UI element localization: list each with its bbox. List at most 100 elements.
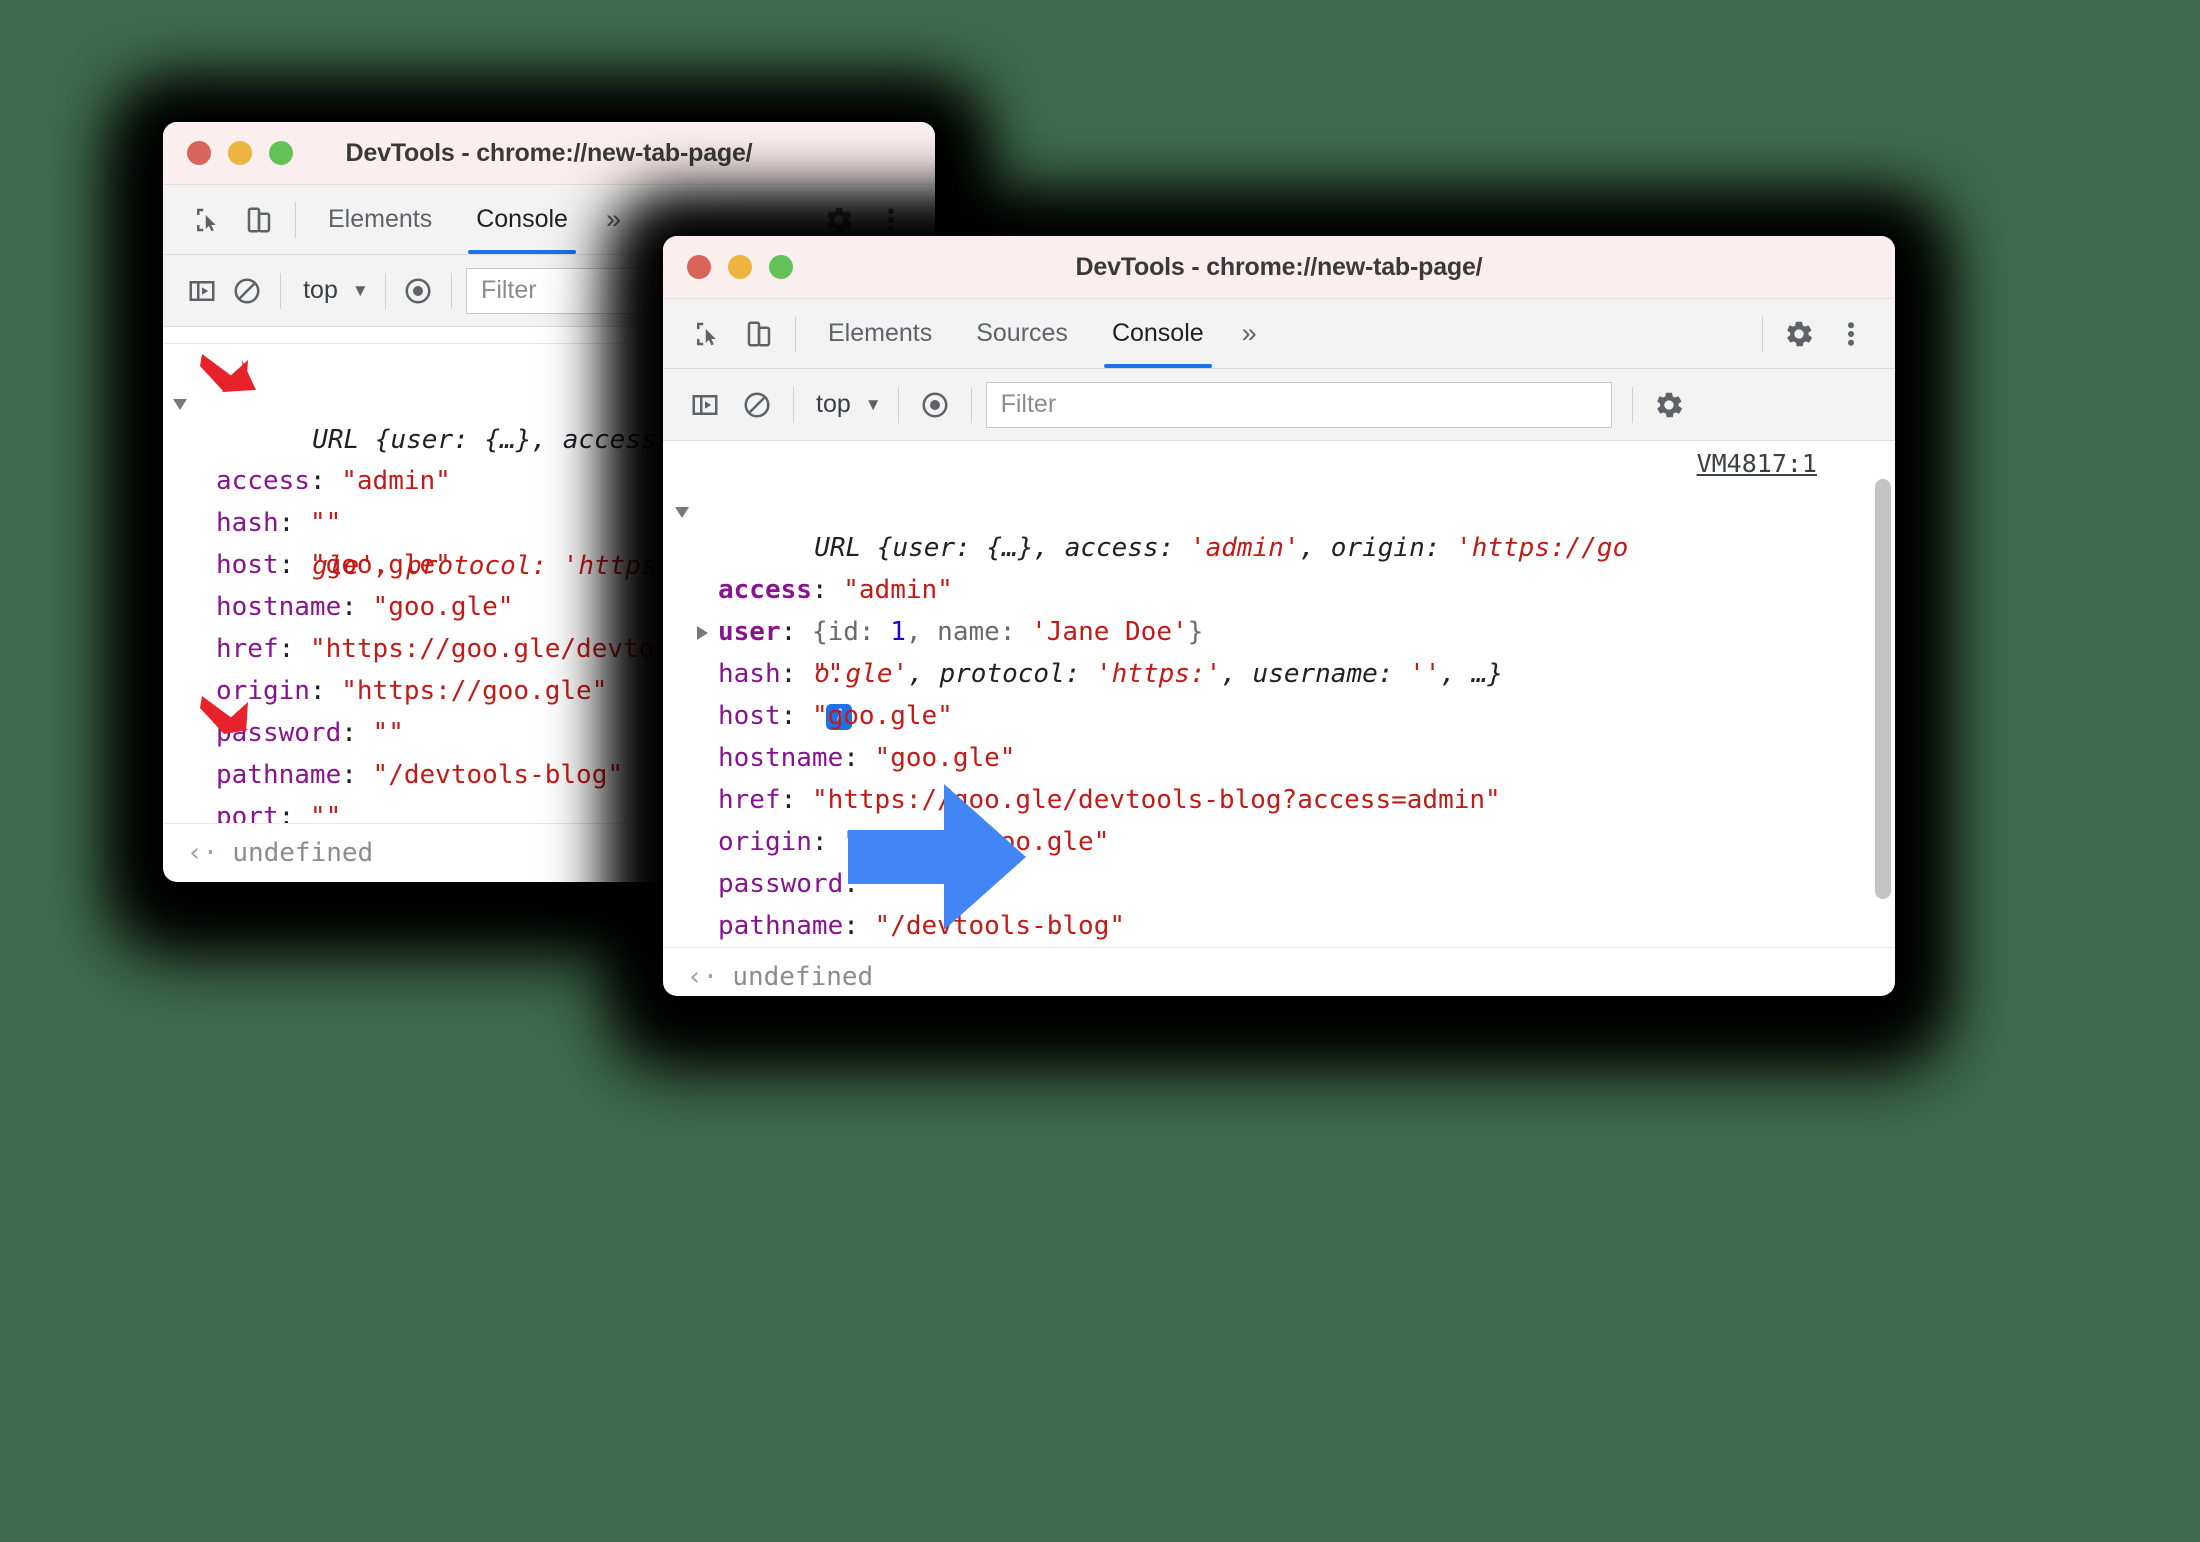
gear-icon[interactable] xyxy=(1643,379,1695,431)
front-devtools-toolbar: Elements Sources Console » xyxy=(663,299,1895,369)
preview-seg-2: 'admin' xyxy=(1189,533,1300,563)
zoom-button[interactable] xyxy=(769,255,793,279)
property-separator: : xyxy=(278,550,310,580)
tab-elements[interactable]: Elements xyxy=(806,299,954,368)
property-separator: : xyxy=(811,575,844,605)
property-value: "" xyxy=(372,718,404,748)
execution-context-selector[interactable]: top ▼ xyxy=(291,276,375,305)
back-panel-tabs[interactable]: Elements Console xyxy=(306,185,590,254)
filter-input[interactable]: Filter xyxy=(985,381,1612,428)
tab-sources-label: Sources xyxy=(976,319,1068,347)
property-separator: : xyxy=(278,802,310,823)
more-tabs-chevron-icon[interactable]: » xyxy=(590,204,637,235)
console-bar-divider-2 xyxy=(897,386,899,423)
property-row[interactable]: access: "admin" xyxy=(663,569,1895,611)
gear-icon[interactable] xyxy=(1773,308,1825,360)
property-value: "goo.gle" xyxy=(372,592,514,622)
source-link[interactable]: VM4817:1 xyxy=(1697,449,1817,478)
property-row[interactable]: host: "goo.gle" xyxy=(663,695,1895,737)
console-bar-divider-3 xyxy=(451,272,453,309)
filter-placeholder: Filter xyxy=(481,276,537,304)
property-separator: : xyxy=(278,508,310,538)
disclosure-triangle-icon[interactable] xyxy=(675,507,689,518)
property-value: "admin" xyxy=(843,575,953,605)
property-name: user xyxy=(718,617,781,647)
filter-placeholder: Filter xyxy=(1000,390,1057,418)
property-value: "goo.gle" xyxy=(811,701,953,731)
property-name: origin xyxy=(718,827,812,857)
property-value: "/devtools-blog" xyxy=(372,760,623,790)
tab-console[interactable]: Console xyxy=(1090,299,1226,368)
property-name: hostname xyxy=(718,743,844,773)
property-name: href xyxy=(718,785,781,815)
tab-elements[interactable]: Elements xyxy=(306,185,454,254)
front-window-title: DevTools - chrome://new-tab-page/ xyxy=(1075,252,1483,281)
property-name: pathname xyxy=(718,911,844,941)
inspect-element-icon[interactable] xyxy=(681,308,733,360)
property-name: hash xyxy=(216,508,279,538)
disclosure-triangle-icon[interactable] xyxy=(697,625,708,640)
source-link-row[interactable]: VM4817:1 xyxy=(1697,449,1817,478)
tab-elements-label: Elements xyxy=(328,205,433,233)
minimize-button[interactable] xyxy=(228,141,252,165)
live-expression-icon[interactable] xyxy=(396,265,442,317)
toolbar-divider xyxy=(795,315,796,352)
front-titlebar: DevTools - chrome://new-tab-page/ xyxy=(663,236,1895,299)
close-button[interactable] xyxy=(187,141,211,165)
front-traffic-lights[interactable] xyxy=(687,255,793,279)
disclosure-triangle-icon[interactable] xyxy=(173,399,187,410)
console-bar-divider-4 xyxy=(1631,386,1633,423)
front-console-result: ‹· undefined xyxy=(663,947,1895,996)
result-value: undefined xyxy=(232,838,374,868)
kebab-menu-icon[interactable] xyxy=(1825,308,1877,360)
console-sidebar-icon[interactable] xyxy=(679,379,731,431)
front-panel-tabs[interactable]: Elements Sources Console xyxy=(806,299,1226,368)
device-toolbar-icon[interactable] xyxy=(733,308,785,360)
toolbar-divider xyxy=(295,201,296,238)
property-value: "" xyxy=(309,802,342,823)
property-name: href xyxy=(216,634,279,664)
property-row[interactable]: hash: "" xyxy=(663,653,1895,695)
front-toolbar-right xyxy=(1752,308,1895,360)
property-name: host xyxy=(216,550,279,580)
tab-console[interactable]: Console xyxy=(454,185,590,254)
inspect-element-icon[interactable] xyxy=(181,194,233,246)
property-separator: : xyxy=(341,760,373,790)
clear-console-icon[interactable] xyxy=(731,379,783,431)
execution-context-label: top xyxy=(816,390,851,418)
live-expression-icon[interactable] xyxy=(909,379,961,431)
property-separator: : xyxy=(341,718,373,748)
property-value: "goo.gle" xyxy=(874,743,1016,773)
console-sidebar-icon[interactable] xyxy=(179,265,225,317)
property-separator: : xyxy=(780,785,812,815)
back-titlebar: DevTools - chrome://new-tab-page/ xyxy=(163,122,935,185)
red-annotation-arrow-access xyxy=(200,354,256,392)
execution-context-selector[interactable]: top ▼ xyxy=(804,390,888,419)
preview-seg-4: 'https://go xyxy=(1456,533,1629,563)
toolbar-divider-right xyxy=(1762,315,1763,352)
property-name: access xyxy=(216,466,310,496)
clear-console-icon[interactable] xyxy=(225,265,271,317)
result-arrow-icon: ‹· xyxy=(187,838,219,868)
filter-input[interactable]: Filter xyxy=(466,267,690,314)
tab-elements-label: Elements xyxy=(828,319,933,347)
property-value: "goo.gle" xyxy=(309,550,451,580)
result-value: undefined xyxy=(732,962,874,992)
chevron-down-icon: ▼ xyxy=(351,280,369,300)
more-tabs-chevron-icon[interactable]: » xyxy=(1226,318,1273,349)
property-separator: : xyxy=(341,592,373,622)
close-button[interactable] xyxy=(687,255,711,279)
front-console-filter-bar: top ▼ Filter xyxy=(663,369,1895,441)
property-row[interactable]: user: {id: 1, name: 'Jane Doe'} xyxy=(663,611,1895,653)
device-toolbar-icon[interactable] xyxy=(233,194,285,246)
property-name: access xyxy=(718,575,812,605)
zoom-button[interactable] xyxy=(269,141,293,165)
property-separator: : xyxy=(309,676,342,706)
back-traffic-lights[interactable] xyxy=(187,141,293,165)
tab-sources[interactable]: Sources xyxy=(954,299,1090,368)
property-separator: : xyxy=(811,827,844,857)
minimize-button[interactable] xyxy=(728,255,752,279)
console-scrollbar[interactable] xyxy=(1875,479,1891,899)
property-name: hostname xyxy=(216,592,342,622)
preview-seg-1: URL {user: {…}, access: xyxy=(814,533,1190,563)
